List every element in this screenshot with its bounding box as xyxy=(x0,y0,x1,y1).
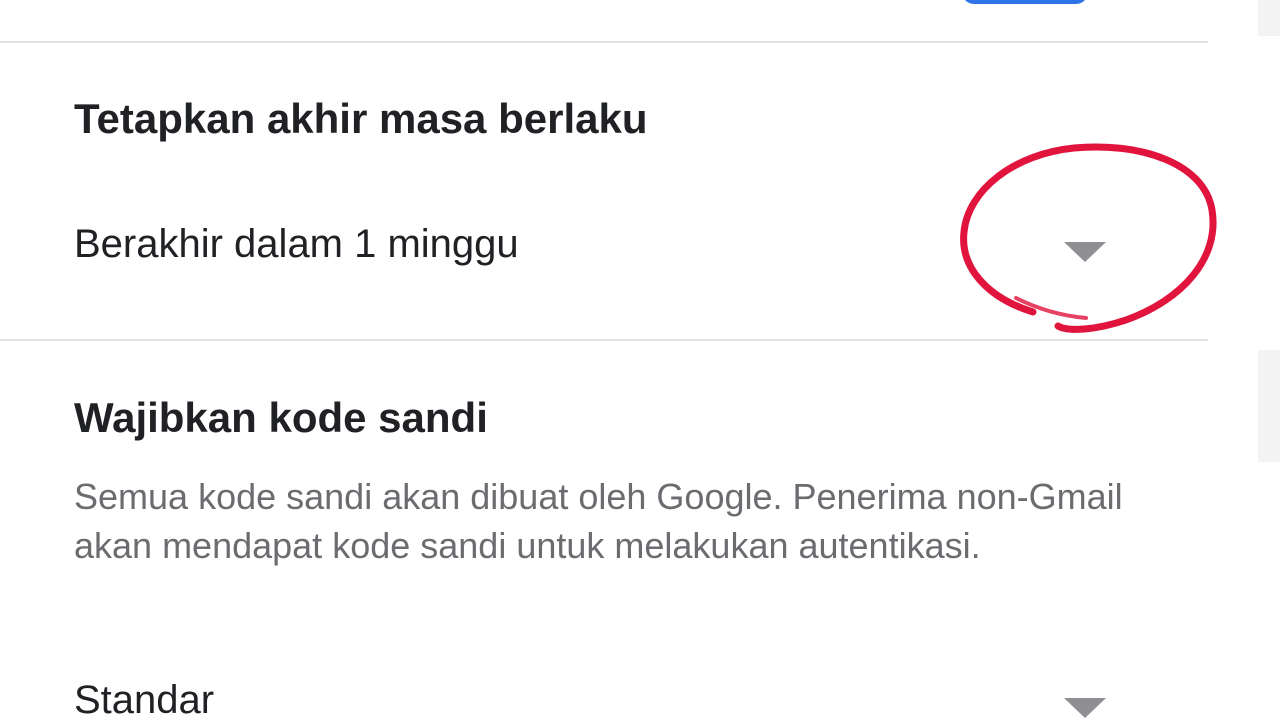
expiry-selected-value: Berakhir dalam 1 minggu xyxy=(74,222,519,266)
section-divider xyxy=(0,339,1208,341)
passcode-selected-value: Standar xyxy=(74,678,215,720)
chevron-down-icon[interactable] xyxy=(1064,698,1106,718)
confidential-mode-settings: Tetapkan akhir masa berlaku Berakhir dal… xyxy=(0,0,1280,720)
chevron-down-icon[interactable] xyxy=(1064,242,1106,262)
passcode-description: Semua kode sandi akan dibuat oleh Google… xyxy=(74,476,1123,566)
passcode-section-title: Wajibkan kode sandi xyxy=(74,394,488,441)
side-panel-edge xyxy=(1258,350,1280,462)
side-panel-edge xyxy=(1258,0,1280,36)
expiry-section-title: Tetapkan akhir masa berlaku xyxy=(74,95,648,142)
passcode-dropdown[interactable]: Standar xyxy=(74,672,1134,720)
expiry-dropdown[interactable]: Berakhir dalam 1 minggu xyxy=(74,216,1134,276)
top-action-button[interactable] xyxy=(962,0,1088,4)
section-divider xyxy=(0,41,1208,43)
